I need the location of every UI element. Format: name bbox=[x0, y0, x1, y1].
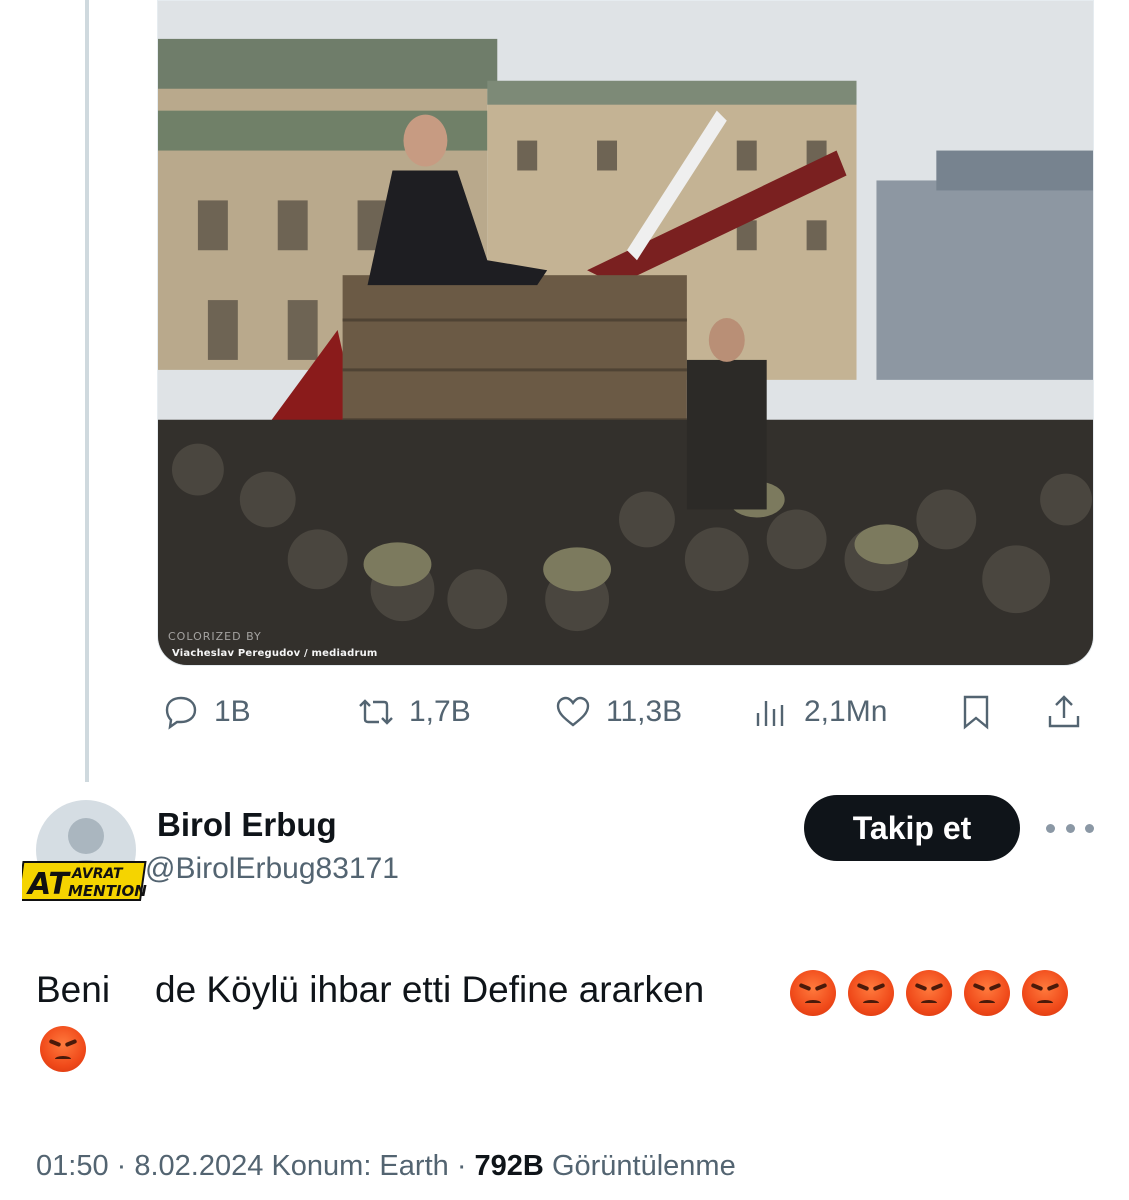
share-button[interactable] bbox=[1045, 682, 1083, 742]
angry-face-icon bbox=[848, 970, 894, 1016]
author-handle[interactable]: @BirolErbug83171 bbox=[145, 852, 399, 886]
emoji-row bbox=[790, 970, 1068, 1016]
reply-count: 1B bbox=[214, 695, 251, 728]
svg-text:MENTION: MENTION bbox=[68, 882, 147, 900]
avatar-head bbox=[68, 818, 104, 854]
tweet-location: Konum: Earth bbox=[271, 1150, 449, 1182]
tweet-photo[interactable]: COLORIZED BY Viacheslav Peregudov / medi… bbox=[157, 0, 1094, 666]
follow-button[interactable]: Takip et bbox=[804, 795, 1020, 861]
tweet-meta: 01:50 · 8.02.2024 Konum: Earth · 792B Gö… bbox=[36, 1150, 736, 1182]
tweet-actions: 1B 1,7B 11,3B 2,1Mn bbox=[157, 682, 1092, 742]
angry-face-icon bbox=[1022, 970, 1068, 1016]
like-count: 11,3B bbox=[606, 695, 683, 728]
tweet-text-part2: de Köylü ihbar etti Define ararken bbox=[155, 969, 705, 1010]
bookmark-icon bbox=[963, 695, 989, 730]
tweet-date[interactable]: 8.02.2024 bbox=[134, 1150, 263, 1182]
views-icon bbox=[756, 701, 784, 726]
bookmark-button[interactable] bbox=[957, 682, 995, 742]
reply-button[interactable]: 1B bbox=[162, 682, 251, 742]
angry-face-icon bbox=[790, 970, 836, 1016]
author-name[interactable]: Birol Erbug bbox=[157, 806, 337, 844]
views-button[interactable]: 2,1Mn bbox=[752, 682, 887, 742]
avrat-mention-sticker: AT AVRAT MENTION bbox=[22, 861, 147, 902]
photo-watermark: COLORIZED BY bbox=[168, 630, 262, 643]
like-button[interactable]: 11,3B bbox=[554, 682, 682, 742]
tweet-time[interactable]: 01:50 bbox=[36, 1150, 109, 1182]
thread-line bbox=[85, 0, 89, 782]
svg-text:AVRAT: AVRAT bbox=[71, 866, 124, 882]
angry-face-icon bbox=[906, 970, 952, 1016]
views-count: 2,1Mn bbox=[804, 695, 888, 728]
retweet-button[interactable]: 1,7B bbox=[357, 682, 471, 742]
retweet-count: 1,7B bbox=[409, 695, 471, 728]
angry-face-icon bbox=[964, 970, 1010, 1016]
angry-face-icon bbox=[40, 1026, 86, 1072]
retweet-icon bbox=[359, 699, 393, 725]
tweet-views-count: 792B bbox=[474, 1150, 544, 1182]
reply-icon bbox=[165, 696, 197, 730]
photo-illustration bbox=[158, 1, 1093, 665]
svg-text:AT: AT bbox=[26, 867, 71, 902]
heart-icon bbox=[556, 696, 590, 727]
emoji-row-2 bbox=[40, 1026, 86, 1088]
more-options-icon[interactable] bbox=[1046, 808, 1094, 848]
tweet-views-label: Görüntülenme bbox=[551, 1150, 736, 1182]
tweet-text-part1: Beni bbox=[36, 969, 111, 1010]
share-icon bbox=[1048, 695, 1080, 728]
photo-credit: Viacheslav Peregudov / mediadrum bbox=[172, 648, 378, 659]
tweet-thread: COLORIZED BY Viacheslav Peregudov / medi… bbox=[0, 0, 1129, 1200]
